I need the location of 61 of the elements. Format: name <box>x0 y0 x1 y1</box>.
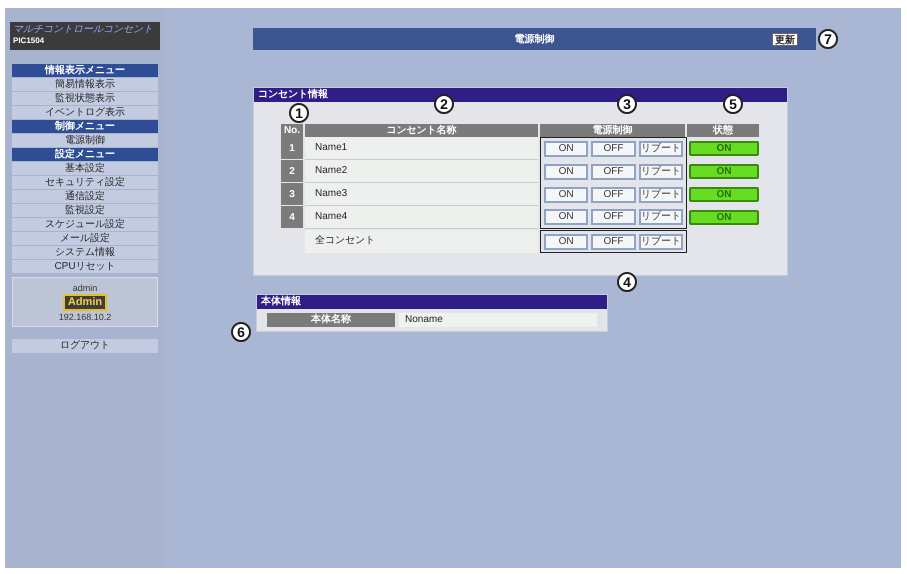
column-header: No. <box>281 124 303 137</box>
menu-item[interactable]: 電源制御 <box>12 134 158 147</box>
menu-item[interactable]: 監視状態表示 <box>12 92 158 105</box>
menu-item[interactable]: CPUリセット <box>12 260 158 273</box>
outlet-name: Name4 <box>305 206 538 229</box>
row-number: 1 <box>281 137 303 160</box>
field-label: 本体名称 <box>267 313 395 327</box>
power-button[interactable]: リブート <box>638 209 683 225</box>
user-name: admin <box>72 282 98 292</box>
menu-item[interactable]: 監視設定 <box>12 204 158 217</box>
power-button[interactable]: OFF <box>591 186 636 202</box>
callout-marker: 6 <box>231 322 251 342</box>
role-badge: Admin <box>62 294 108 310</box>
column-header: コンセント名称 <box>305 124 538 137</box>
outlet-name: Name3 <box>305 183 538 206</box>
status-indicator: ON <box>689 164 759 179</box>
power-button[interactable]: OFF <box>591 164 636 180</box>
menu-header: 情報表示メニュー <box>12 64 158 77</box>
power-button[interactable]: OFF <box>591 209 636 225</box>
row-number: 3 <box>281 183 303 206</box>
power-button[interactable]: ON <box>544 209 588 225</box>
field-value: Noname <box>399 313 597 327</box>
refresh-button[interactable]: 更新 <box>772 33 798 46</box>
row-number: 4 <box>281 206 303 229</box>
column-header: 状態 <box>687 124 759 137</box>
menu-item[interactable]: メール設定 <box>12 232 158 245</box>
outlet-name: 全コンセント <box>305 230 538 253</box>
ip-address: 192.168.10.2 <box>58 312 112 322</box>
power-button[interactable]: OFF <box>591 141 636 157</box>
logo-title: マルチコントロールコンセント <box>13 24 154 36</box>
power-button[interactable]: ON <box>544 186 588 202</box>
status-indicator: ON <box>689 141 759 156</box>
power-button[interactable]: ON <box>544 164 588 180</box>
power-button[interactable]: OFF <box>591 234 636 250</box>
outlet-name: Name2 <box>305 160 538 183</box>
menu-item[interactable]: 簡易情報表示 <box>12 78 158 91</box>
menu-item[interactable]: システム情報 <box>12 246 158 259</box>
callout-marker: 4 <box>617 272 637 292</box>
power-button[interactable]: リブート <box>638 164 683 180</box>
menu-item[interactable]: セキュリティ設定 <box>12 176 158 189</box>
model-name: PIC1504 <box>13 36 46 46</box>
status-indicator: ON <box>689 187 759 202</box>
menu-item[interactable]: 通信設定 <box>12 190 158 203</box>
power-button[interactable]: リブート <box>638 141 683 157</box>
power-button[interactable]: ON <box>544 141 588 157</box>
row-number: 2 <box>281 160 303 183</box>
menu-header: 設定メニュー <box>12 148 158 161</box>
menu-item[interactable]: 基本設定 <box>12 162 158 175</box>
menu-header: 制御メニュー <box>12 120 158 133</box>
outlet-name: Name1 <box>305 137 538 160</box>
page-title: 電源制御 <box>514 32 554 46</box>
menu-item[interactable]: スケジュール設定 <box>12 218 158 231</box>
callout-marker: 7 <box>818 29 838 49</box>
menu-item[interactable]: イベントログ表示 <box>12 106 158 119</box>
status-indicator: ON <box>689 210 759 225</box>
power-button[interactable]: リブート <box>638 186 683 202</box>
power-button[interactable]: リブート <box>638 234 683 250</box>
column-header: 電源制御 <box>540 124 685 137</box>
logout-link[interactable]: ログアウト <box>12 339 158 353</box>
panel-header: 本体情報 <box>257 295 607 309</box>
power-button[interactable]: ON <box>544 234 588 250</box>
